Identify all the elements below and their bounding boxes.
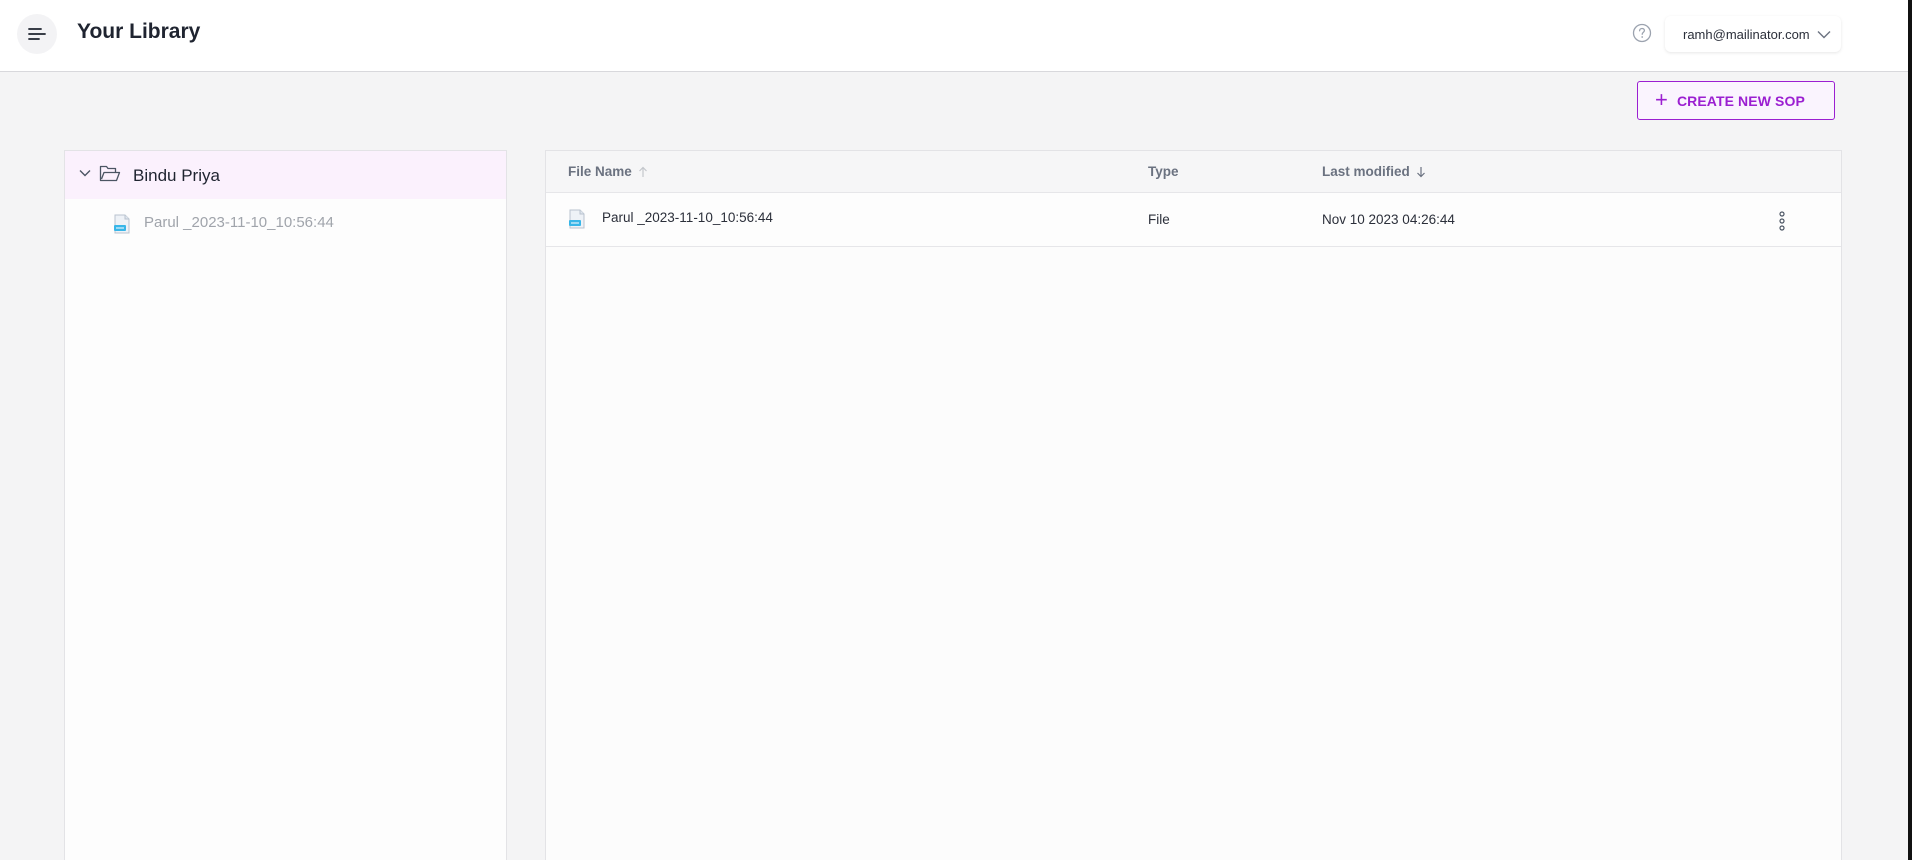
tree-file-label: Parul _2023-11-10_10:56:44 (144, 214, 334, 231)
more-options-icon[interactable] (1772, 209, 1792, 233)
tree-file-item[interactable]: Parul _2023-11-10_10:56:44 (65, 205, 506, 241)
document-file-icon (569, 209, 585, 229)
table-row[interactable]: Parul _2023-11-10_10:56:44 File Nov 10 2… (546, 193, 1841, 247)
folder-tree-panel: Bindu Priya Parul _2023-11-10_10:56:44 (64, 150, 507, 860)
plus-icon: + (1655, 86, 1668, 112)
document-file-icon (114, 214, 130, 234)
column-header-last-modified[interactable]: Last modified (1322, 164, 1426, 179)
arrow-up-icon (638, 166, 647, 177)
create-new-sop-label: CREATE NEW SOP (1676, 92, 1805, 109)
top-header: Your Library ramh@mailinator.com (0, 0, 1912, 72)
file-table-panel: File Name Type Last modified Parul _2023… (545, 150, 1842, 860)
create-new-sop-button[interactable]: + CREATE NEW SOP (1637, 81, 1835, 120)
file-type-cell: File (1148, 212, 1170, 227)
folder-open-icon (99, 165, 121, 182)
tree-folder-label: Bindu Priya (133, 166, 220, 185)
window-border (1908, 0, 1912, 860)
hamburger-menu-icon (28, 28, 46, 40)
column-header-file-name[interactable]: File Name (568, 164, 648, 179)
file-name-cell[interactable]: Parul _2023-11-10_10:56:44 (602, 210, 773, 225)
help-circle-icon[interactable] (1632, 23, 1652, 43)
menu-toggle-button[interactable] (17, 14, 57, 54)
arrow-down-icon (1416, 166, 1425, 177)
last-modified-cell: Nov 10 2023 04:26:44 (1322, 212, 1455, 227)
chevron-down-icon (1817, 30, 1831, 38)
user-account-dropdown[interactable]: ramh@mailinator.com (1665, 16, 1841, 52)
app-window: Your Library ramh@mailinator.com + CREAT… (0, 0, 1912, 860)
chevron-down-icon[interactable] (79, 169, 91, 177)
page-title: Your Library (77, 20, 201, 43)
tree-folder-item[interactable]: Bindu Priya (65, 151, 506, 199)
column-header-type[interactable]: Type (1148, 164, 1179, 179)
table-header: File Name Type Last modified (546, 151, 1841, 193)
user-email: ramh@mailinator.com (1683, 26, 1810, 42)
